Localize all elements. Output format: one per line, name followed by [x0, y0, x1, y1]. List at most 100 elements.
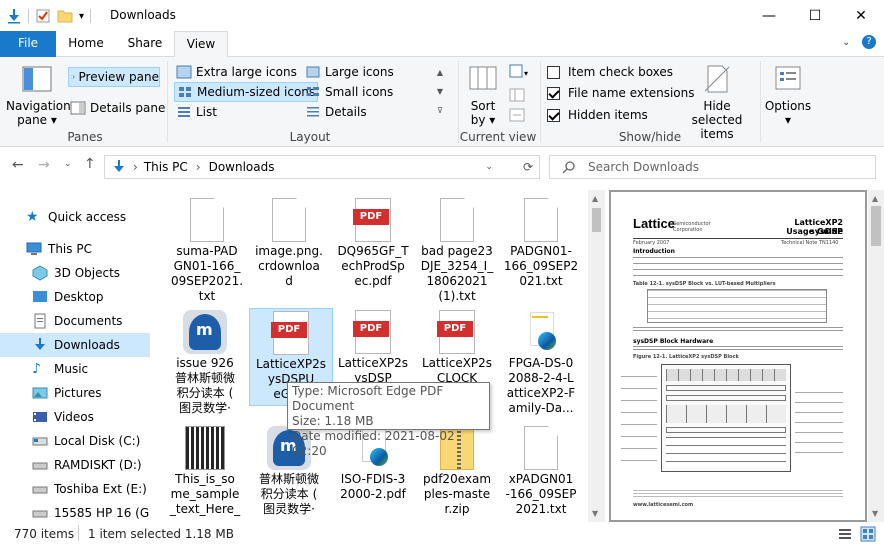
file-label-line: 166_09SEP2: [503, 259, 579, 273]
large-icons-view-toggle-icon[interactable]: [860, 526, 876, 542]
layout-scroll[interactable]: ▲ ▼ ⊽: [434, 63, 446, 121]
options-caret: ▾: [784, 113, 792, 127]
medium-icons-icon: [179, 87, 191, 97]
hidden-items-toggle[interactable]: Hidden items: [547, 105, 648, 125]
list-item[interactable]: m issue 926 普林斯顿微 积分读本 ( 图灵数学·: [163, 310, 247, 416]
sidebar-item-this-pc[interactable]: This PC: [0, 237, 150, 261]
list-option[interactable]: List: [176, 102, 217, 122]
sidebar-item-pictures[interactable]: Pictures: [0, 381, 150, 405]
preview-pane: Lattice Semiconductor Corporation Lattic…: [609, 190, 867, 522]
list-item[interactable]: PDF LatticeXP2s CLOCK: [415, 310, 499, 386]
add-columns-icon[interactable]: [508, 87, 526, 103]
sidebar-item-desktop[interactable]: Desktop: [0, 285, 150, 309]
preview-figure-title: Figure 12-1. LatticeXP2 sysDSP Block: [633, 354, 739, 360]
list-item[interactable]: PADGN01- 166_09SEP2 021.txt: [499, 198, 583, 289]
preview-pane-button[interactable]: Preview pane: [68, 67, 160, 87]
hide-selected-items-button[interactable]: Hide selected items: [680, 61, 754, 141]
collapse-ribbon-icon[interactable]: ⌄: [842, 37, 850, 48]
file-list-scrollbar[interactable]: ▲ ▼: [588, 190, 605, 522]
list-item[interactable]: PDF DQ965GF_T echProdSp ec.pdf: [331, 198, 415, 289]
file-name-extensions-toggle[interactable]: File name extensions: [547, 83, 695, 103]
file-label-line: ples-maste: [423, 487, 491, 501]
sidebar-item-downloads[interactable]: Downloads: [0, 333, 150, 357]
address-dropdown-icon[interactable]: ⌄: [485, 162, 493, 172]
group-by-icon[interactable]: ▾: [508, 63, 530, 81]
sidebar-item-music[interactable]: ♪ Music: [0, 357, 150, 381]
star-icon: ★: [26, 209, 39, 225]
forward-arrow-icon[interactable]: →: [38, 157, 50, 173]
sidebar-item-toshiba-ext[interactable]: Toshiba Ext (E:): [0, 477, 150, 501]
download-icon[interactable]: [6, 8, 22, 24]
preview-scrollbar-thumb[interactable]: [871, 206, 881, 246]
file-label-line: FPGA-DS-0: [508, 356, 574, 370]
up-arrow-icon[interactable]: ↑: [84, 156, 96, 172]
list-label: List: [196, 105, 217, 119]
details-option[interactable]: Details: [305, 102, 367, 122]
file-name-extensions-checkbox[interactable]: [547, 86, 560, 100]
file-tooltip: Type: Microsoft Edge PDF Document Size: …: [287, 382, 490, 458]
sidebar-item-label: Toshiba Ext (E:): [54, 482, 147, 496]
list-item[interactable]: This_is_so me_sample _text_Here_: [163, 426, 247, 517]
navigation-pane-button[interactable]: Navigation pane ▾: [6, 61, 71, 127]
cube-icon: [32, 265, 48, 281]
sidebar-item-label: 15585 HP 16 (G: [54, 506, 150, 520]
back-arrow-icon[interactable]: ←: [12, 157, 24, 173]
hidden-items-checkbox[interactable]: [547, 108, 560, 122]
help-icon[interactable]: ?: [862, 35, 876, 49]
scrollbar-thumb[interactable]: [592, 208, 601, 232]
details-view-toggle-icon[interactable]: [838, 527, 852, 541]
qat-dropdown-icon[interactable]: ▾: [79, 11, 84, 22]
item-check-boxes-toggle[interactable]: Item check boxes: [547, 62, 673, 82]
large-icons-option[interactable]: Large icons: [305, 62, 394, 82]
search-box[interactable]: Search Downloads: [549, 155, 876, 179]
pdf-file-icon: PDF: [353, 198, 391, 242]
item-check-boxes-checkbox[interactable]: [547, 65, 560, 79]
item-check-boxes-label: Item check boxes: [568, 65, 674, 79]
tab-file[interactable]: File: [0, 31, 56, 57]
medium-icons-option[interactable]: Medium-sized icons: [174, 82, 319, 102]
breadcrumb-downloads[interactable]: Downloads: [209, 160, 275, 174]
tab-share[interactable]: Share: [118, 31, 172, 57]
search-icon: [562, 161, 575, 174]
sidebar-item-quick-access[interactable]: ★ Quick access: [0, 205, 150, 229]
preview-scrollbar[interactable]: ▲ ▼: [868, 190, 884, 522]
new-folder-icon[interactable]: [57, 8, 73, 24]
small-icons-option[interactable]: Small icons: [305, 82, 393, 102]
tab-home[interactable]: Home: [60, 31, 112, 57]
close-button[interactable]: ✕: [838, 0, 884, 31]
list-item[interactable]: image.png. crdownloa d: [247, 198, 331, 289]
pictures-icon: [32, 387, 48, 399]
sidebar-item-videos[interactable]: Videos: [0, 405, 150, 429]
extra-large-icons-option[interactable]: Extra large icons: [176, 62, 297, 82]
preview-heading-intro: Introduction: [633, 248, 675, 255]
list-item[interactable]: PDF LatticeXP2s ysDSP: [331, 310, 415, 386]
file-label-line: LatticeXP2s: [255, 357, 327, 371]
preview-pane-icon: [71, 75, 75, 79]
options-button[interactable]: Options ▾: [764, 61, 812, 127]
list-item[interactable]: FPGA-DS-0 2088-2-4-L atticeXP2-F amily-D…: [499, 310, 583, 416]
size-columns-icon[interactable]: [508, 107, 526, 123]
list-item[interactable]: suma-PAD GN01-166_ 09SEP2021. txt: [165, 198, 249, 304]
preview-date: February 2007: [633, 240, 670, 246]
details-pane-button[interactable]: Details pane: [70, 98, 165, 118]
sidebar-item-3d-objects[interactable]: 3D Objects: [0, 261, 150, 285]
sort-by-button[interactable]: Sort by ▾: [464, 61, 502, 127]
list-item[interactable]: xPADGN01 -166_09SEP 2021.txt: [499, 426, 583, 517]
current-view-group-label: Current view: [459, 130, 537, 144]
music-icon: ♪: [32, 361, 41, 377]
breadcrumb-this-pc[interactable]: This PC: [144, 160, 188, 174]
sidebar-item-local-disk[interactable]: Local Disk (C:): [0, 429, 150, 453]
sidebar-item-ramdisk[interactable]: RAMDISKT (D:): [0, 453, 150, 477]
text-file-icon: [524, 426, 558, 470]
address-bar[interactable]: › This PC › Downloads ⌄ ⟳: [104, 155, 540, 179]
maximize-button[interactable]: ☐: [792, 0, 838, 31]
file-label-line: me_sample: [170, 487, 240, 501]
sidebar-item-documents[interactable]: Documents: [0, 309, 150, 333]
properties-icon[interactable]: [35, 8, 51, 24]
refresh-icon[interactable]: ⟳: [523, 160, 533, 174]
recent-locations-icon[interactable]: ⌄: [64, 159, 72, 169]
text-file-icon: [440, 198, 474, 242]
tab-view[interactable]: View: [174, 31, 228, 58]
list-item[interactable]: bad page23 DJE_3254_I_ 18062021 (1).txt: [415, 198, 499, 304]
minimize-button[interactable]: —: [746, 0, 792, 31]
